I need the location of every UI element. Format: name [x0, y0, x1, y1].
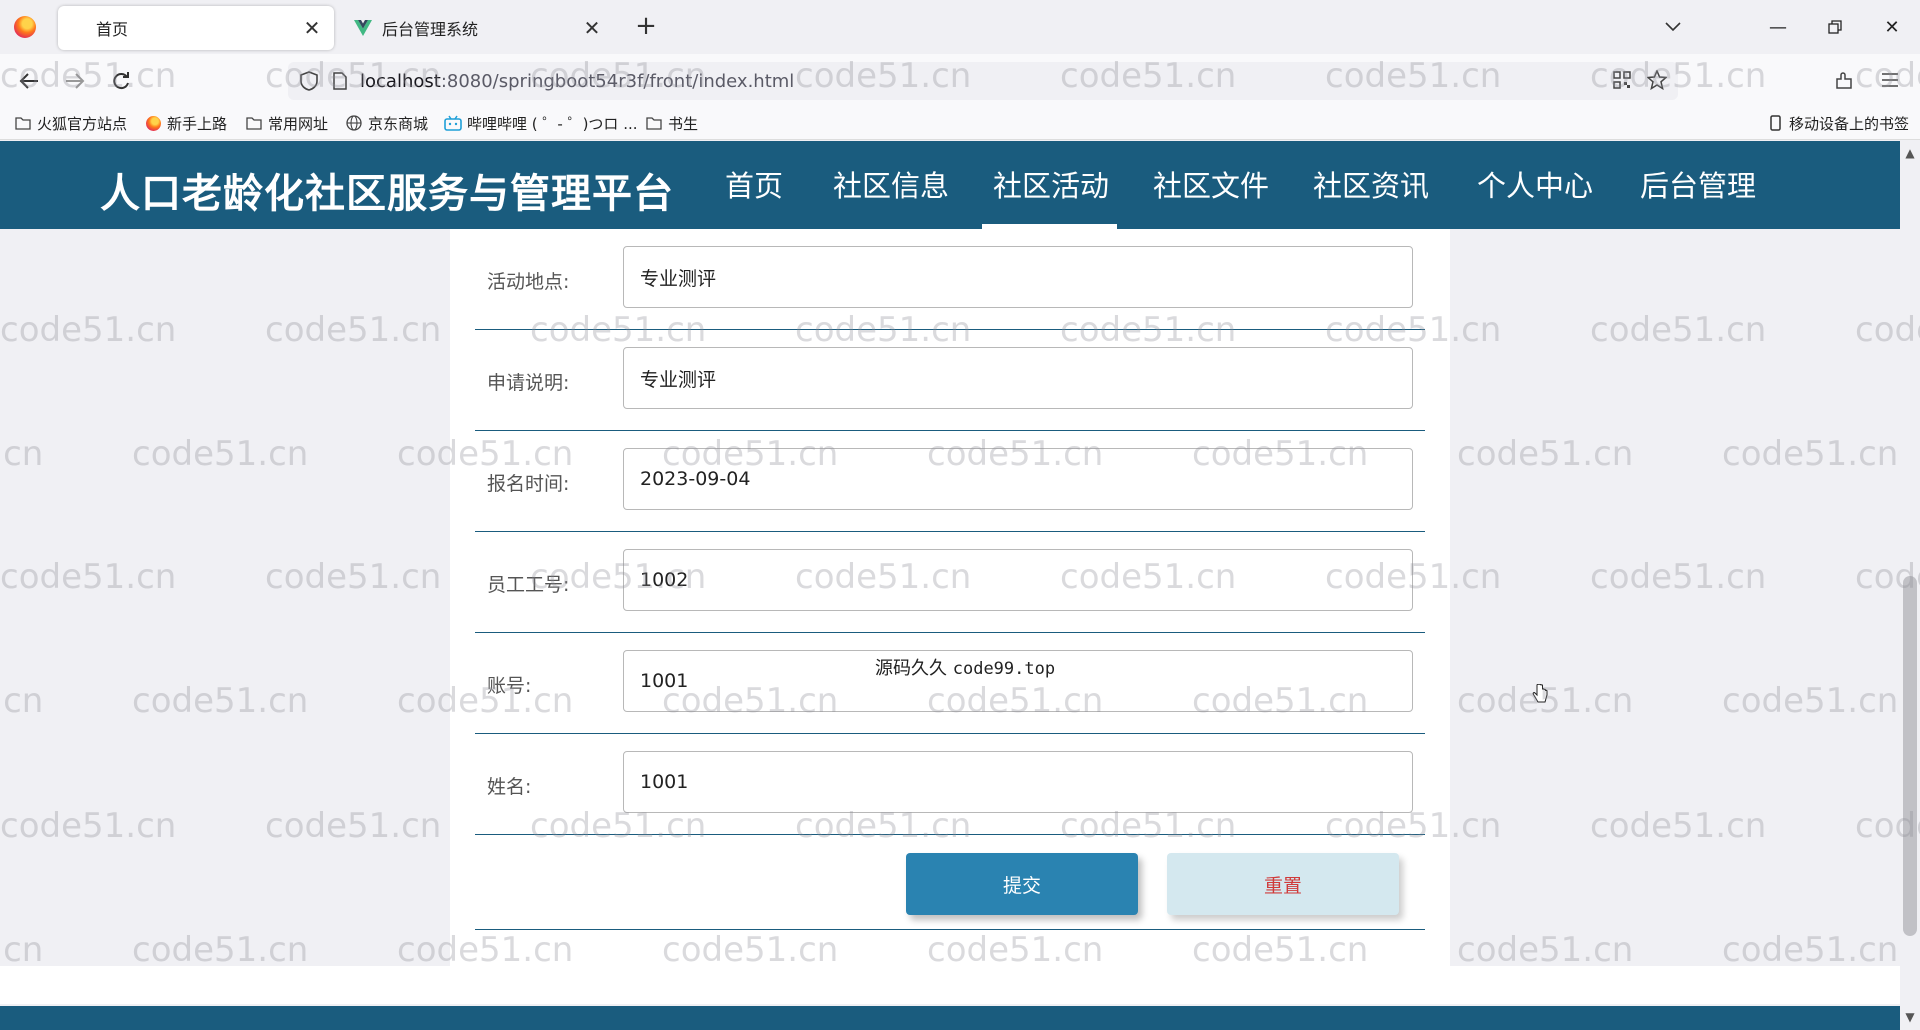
site-footer: [0, 1006, 1900, 1030]
vue-logo-icon: [354, 19, 372, 37]
nav-admin[interactable]: 后台管理: [1640, 163, 1756, 205]
close-icon[interactable]: ✕: [578, 14, 606, 42]
reload-icon[interactable]: [104, 64, 138, 98]
bookmark-item[interactable]: 哔哩哔哩 ( ゜- ゜)つロ ...: [444, 112, 638, 134]
tab-title: 首页: [96, 20, 129, 39]
page-icon: [68, 19, 86, 37]
divider: [475, 929, 1425, 930]
site-title: 人口老龄化社区服务与管理平台: [100, 171, 674, 217]
new-tab-icon[interactable]: +: [630, 10, 662, 42]
menu-icon[interactable]: [1876, 66, 1904, 94]
url-text: localhost:8080/springboot54r3f/front/ind…: [360, 70, 795, 92]
form-row-name: 姓名:: [475, 734, 1425, 835]
field-label: 报名时间:: [487, 473, 570, 495]
page-viewport: 人口老龄化社区服务与管理平台 首页 社区信息 社区活动 社区文件 社区资讯 个人…: [0, 141, 1900, 1030]
mobile-bookmarks[interactable]: 移动设备上的书签: [1766, 112, 1909, 134]
browser-nav-bar: localhost:8080/springboot54r3f/front/ind…: [0, 54, 1920, 106]
close-window-icon[interactable]: ✕: [1872, 10, 1912, 44]
employee-id-input[interactable]: [623, 549, 1413, 611]
back-arrow-icon[interactable]: [12, 64, 46, 98]
signup-time-input[interactable]: [623, 448, 1413, 510]
form-row-description: 申请说明:: [475, 330, 1425, 431]
star-icon[interactable]: [1643, 66, 1671, 94]
tab-admin[interactable]: 后台管理系统 ✕: [344, 6, 614, 50]
name-input[interactable]: [623, 751, 1413, 813]
page-icon: [330, 70, 350, 92]
field-label: 申请说明:: [487, 372, 570, 394]
address-bar[interactable]: localhost:8080/springboot54r3f/front/ind…: [288, 62, 1678, 100]
firefox-icon: [144, 114, 162, 132]
hand-cursor-icon: [1532, 683, 1548, 704]
folder-icon: [14, 114, 32, 132]
bilibili-icon: [444, 114, 462, 132]
nav-community-news[interactable]: 社区资讯: [1313, 163, 1429, 205]
scroll-thumb[interactable]: [1903, 576, 1917, 936]
page-scrollbar[interactable]: ▲ ▼: [1900, 141, 1920, 1030]
mobile-device-icon: [1766, 114, 1784, 132]
bookmark-item[interactable]: 书生: [645, 112, 698, 134]
tab-home[interactable]: 首页 ✕: [58, 6, 334, 50]
firefox-logo-icon: [14, 16, 36, 38]
chevron-down-icon[interactable]: [1658, 12, 1688, 42]
minimize-icon[interactable]: —: [1758, 10, 1798, 44]
nav-community-info[interactable]: 社区信息: [833, 163, 949, 205]
overlay-note: 源码久久 code99.top: [875, 658, 1056, 679]
bookmarks-bar: 火狐官方站点 新手上路 常用网址 京东商城 哔哩哔哩 ( ゜- ゜)つロ ...…: [0, 106, 1920, 140]
field-label: 活动地点:: [487, 271, 570, 293]
scroll-up-icon[interactable]: ▲: [1900, 143, 1920, 163]
folder-icon: [245, 114, 263, 132]
folder-icon: [645, 114, 663, 132]
globe-icon: [345, 114, 363, 132]
application-form: 活动地点: 申请说明: 报名时间: 员工工号: 账号: 姓名: 提交 重置: [450, 229, 1450, 966]
submit-button[interactable]: 提交: [906, 853, 1138, 915]
form-buttons: 提交 重置: [450, 853, 1450, 915]
close-icon[interactable]: ✕: [298, 14, 326, 42]
activity-location-input[interactable]: [623, 246, 1413, 308]
nav-community-activities[interactable]: 社区活动: [993, 163, 1109, 205]
form-row-employee-id: 员工工号:: [475, 532, 1425, 633]
bookmark-item[interactable]: 新手上路: [144, 112, 227, 134]
restore-icon[interactable]: [1815, 10, 1855, 44]
extensions-icon[interactable]: [1830, 66, 1858, 94]
form-row-location: 活动地点:: [475, 229, 1425, 330]
scroll-down-icon[interactable]: ▼: [1900, 1007, 1920, 1027]
nav-community-files[interactable]: 社区文件: [1153, 163, 1269, 205]
site-header: 人口老龄化社区服务与管理平台 首页 社区信息 社区活动 社区文件 社区资讯 个人…: [0, 141, 1900, 229]
tab-title: 后台管理系统: [382, 20, 479, 39]
shield-icon[interactable]: [298, 70, 320, 92]
nav-personal-center[interactable]: 个人中心: [1477, 163, 1593, 205]
footer-spacer: [0, 966, 1900, 1004]
field-label: 账号:: [487, 675, 532, 697]
forward-arrow-icon[interactable]: [58, 64, 92, 98]
field-label: 姓名:: [487, 776, 532, 798]
field-label: 员工工号:: [487, 574, 570, 596]
bookmark-item[interactable]: 常用网址: [245, 112, 328, 134]
browser-tab-bar: 首页 ✕ 后台管理系统 ✕ + — ✕: [0, 0, 1920, 54]
bookmark-item[interactable]: 京东商城: [345, 112, 428, 134]
reset-button[interactable]: 重置: [1167, 853, 1399, 915]
application-description-input[interactable]: [623, 347, 1413, 409]
form-row-account: 账号:: [475, 633, 1425, 734]
bookmark-item[interactable]: 火狐官方站点: [14, 112, 127, 134]
form-row-signup-time: 报名时间:: [475, 431, 1425, 532]
qr-code-icon[interactable]: [1608, 66, 1636, 94]
nav-home[interactable]: 首页: [725, 163, 783, 205]
